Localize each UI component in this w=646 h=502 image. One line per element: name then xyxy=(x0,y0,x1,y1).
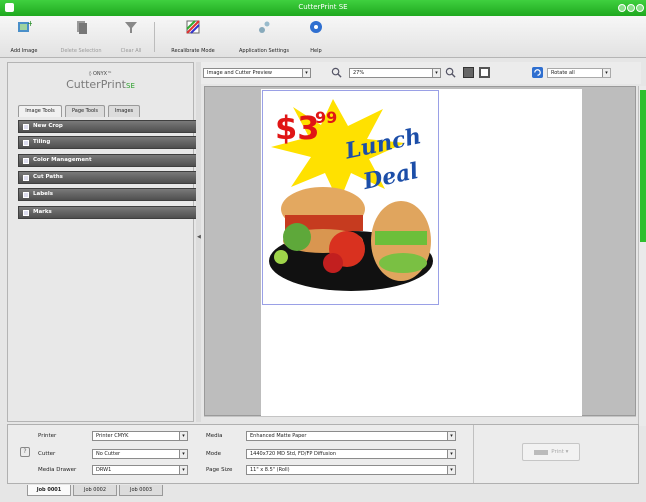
marks-icon xyxy=(23,210,29,216)
tab-images[interactable]: Images xyxy=(108,105,140,117)
cut-path-icon xyxy=(23,175,29,181)
product-name: CutterPrintSE xyxy=(66,78,135,91)
svg-text:+: + xyxy=(27,19,32,28)
panel-tiling[interactable]: Tiling xyxy=(18,136,200,149)
help-icon xyxy=(310,21,322,33)
color-icon xyxy=(23,158,29,164)
tools-pane: ◊ ONYX™ CutterPrintSE Image Tools Page T… xyxy=(7,62,200,422)
chevron-down-icon: ▾ xyxy=(179,466,187,474)
clear-all-button[interactable]: Clear All xyxy=(114,19,148,54)
tab-job-0001[interactable]: Job 0001 xyxy=(27,485,71,496)
placed-image[interactable]: $3 99 Lunch Deal xyxy=(262,90,439,305)
info-icon[interactable]: ? xyxy=(20,447,30,457)
panel-cut-paths[interactable]: Cut Paths xyxy=(18,171,200,184)
panel-color-management[interactable]: Color Management xyxy=(18,154,200,167)
cutter-select[interactable]: No Cutter ▾ xyxy=(92,449,188,459)
chevron-down-icon: ▾ xyxy=(179,432,187,440)
calibration-icon xyxy=(186,20,200,34)
add-image-icon: + xyxy=(18,19,34,32)
tab-job-0003[interactable]: Job 0003 xyxy=(119,485,163,496)
rotate-icon xyxy=(532,67,543,78)
rotate-select[interactable]: Rotate all ▾ xyxy=(547,68,611,78)
zoom-in-icon[interactable] xyxy=(445,67,456,78)
job-settings: ? Printer Printer CMYK ▾ Cutter No Cutter… xyxy=(7,424,639,484)
page-size-select[interactable]: 11" x 8.5" (Roll) ▾ xyxy=(246,465,456,475)
application-settings-button[interactable]: Application Settings xyxy=(229,19,299,54)
tab-image-tools[interactable]: Image Tools xyxy=(18,105,62,117)
panel-marks[interactable]: Marks xyxy=(18,206,200,219)
toolbar-separator xyxy=(154,22,155,52)
add-image-button[interactable]: + Add Image xyxy=(4,19,44,54)
actual-size-icon[interactable] xyxy=(479,67,490,78)
chevron-down-icon: ▾ xyxy=(447,432,455,440)
delete-selection-button[interactable]: Delete Selection xyxy=(52,19,110,54)
tab-job-0002[interactable]: Job 0002 xyxy=(73,485,117,496)
funnel-icon xyxy=(125,22,137,33)
fit-page-icon[interactable] xyxy=(463,67,474,78)
horizontal-scrollbar[interactable] xyxy=(204,416,636,422)
window-title: CutterPrint SE xyxy=(298,3,348,11)
recalibrate-mode-button[interactable]: Recalibrate Mode xyxy=(160,19,226,54)
view-mode-select[interactable]: Image and Cutter Preview ▾ xyxy=(203,68,311,78)
print-button[interactable]: Print ▾ xyxy=(522,443,580,461)
help-button[interactable]: Help xyxy=(304,19,328,54)
label-icon xyxy=(23,192,29,198)
scrollbar-thumb[interactable] xyxy=(640,90,646,242)
print-preview-canvas[interactable]: $3 99 Lunch Deal xyxy=(204,86,636,416)
chevron-down-icon: ▾ xyxy=(179,450,187,458)
product-logo: ◊ ONYX™ CutterPrintSE xyxy=(8,71,193,99)
view-toolbar: Image and Cutter Preview ▾ 27% ▾ Rotate al… xyxy=(201,62,641,84)
chevron-down-icon: ▾ xyxy=(302,69,310,77)
main-toolbar: + Add Image Delete Selection Clear All R… xyxy=(0,16,646,58)
lunch-deal-poster: $3 99 Lunch Deal xyxy=(269,99,433,291)
printer-select[interactable]: Printer CMYK ▾ xyxy=(92,431,188,441)
crop-icon xyxy=(23,124,29,130)
chevron-down-icon: ▾ xyxy=(432,69,440,77)
panel-labels[interactable]: Labels xyxy=(18,188,200,201)
vertical-scrollbar[interactable] xyxy=(638,86,646,426)
media-select[interactable]: Enhanced Matte Paper ▾ xyxy=(246,431,456,441)
poster-cents: 99 xyxy=(315,108,337,127)
zoom-out-icon[interactable] xyxy=(331,67,342,78)
brand-name: ◊ ONYX™ xyxy=(88,71,113,77)
mode-select[interactable]: 1440x720 MD Std, FD/FP Diffusion ▾ xyxy=(246,449,456,459)
title-bar: CutterPrint SE xyxy=(0,0,646,16)
preview-pane: Image and Cutter Preview ▾ 27% ▾ Rotate al… xyxy=(201,62,646,426)
chevron-down-icon: ▾ xyxy=(447,466,455,474)
delete-pages-icon xyxy=(77,21,87,34)
tiling-icon xyxy=(23,140,29,146)
printer-icon xyxy=(533,449,548,455)
settings-icon xyxy=(259,21,270,33)
maximize-button[interactable] xyxy=(627,4,635,12)
media-drawer-select[interactable]: DRW1 ▾ xyxy=(92,465,188,475)
minimize-button[interactable] xyxy=(618,4,626,12)
close-button[interactable] xyxy=(636,4,644,12)
panel-new-crop[interactable]: New Crop xyxy=(18,120,200,133)
chevron-down-icon: ▾ xyxy=(602,69,610,77)
zoom-select[interactable]: 27% ▾ xyxy=(349,68,441,78)
tab-page-tools[interactable]: Page Tools xyxy=(65,105,105,117)
chevron-down-icon: ▾ xyxy=(447,450,455,458)
print-area: Print ▾ xyxy=(473,425,639,483)
poster-price: $3 xyxy=(275,109,320,147)
